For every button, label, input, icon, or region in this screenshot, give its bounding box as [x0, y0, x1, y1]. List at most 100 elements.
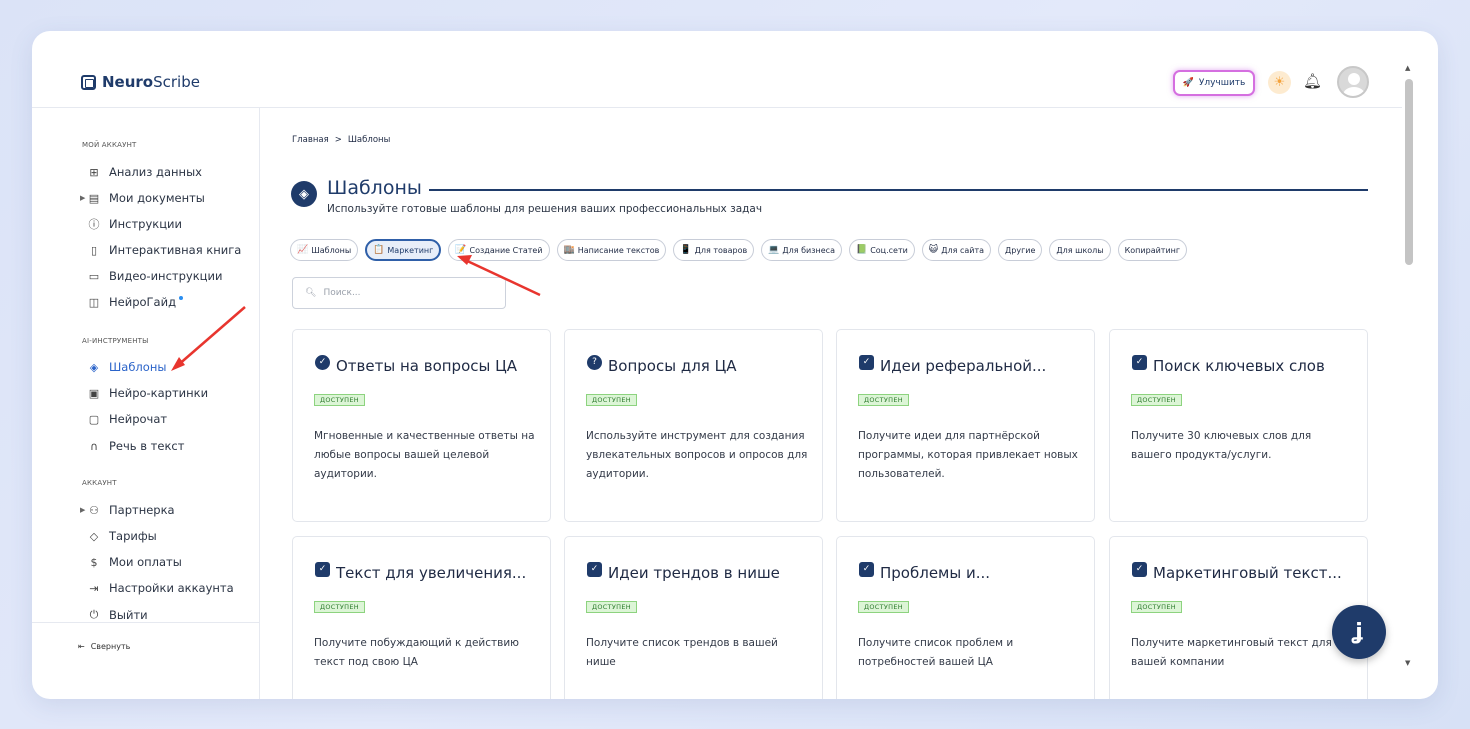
tab-label: Шаблоны	[311, 245, 352, 255]
title-divider	[429, 189, 1368, 191]
sidebar-item-partner[interactable]: ▶ ⚇ Партнерка	[80, 502, 175, 518]
scrollbar[interactable]: ▲ ▼	[1402, 61, 1416, 667]
sidebar-item-data-analysis[interactable]: ⊞ Анализ данных	[88, 164, 202, 180]
card-description: Получите 30 ключевых слов для вашего про…	[1131, 430, 1312, 461]
avatar[interactable]	[1337, 66, 1369, 98]
tab-label: Соц.сети	[870, 245, 908, 255]
sidebar-item-video-instructions[interactable]: ▭ Видео-инструкции	[88, 268, 223, 284]
template-card[interactable]: ? Вопросы для ЦА ДОСТУПЕН Используйте инс…	[564, 329, 823, 522]
theme-toggle-sun-icon[interactable]: ☀	[1268, 71, 1291, 94]
tab-label: Копирайтинг	[1124, 245, 1181, 255]
status-badge: ДОСТУПЕН	[586, 394, 637, 406]
caret-right-icon: ▶	[80, 194, 86, 202]
card-description: Получите список трендов в вашей нише	[586, 637, 778, 668]
card-header: ✓ Маркетинговый текст...	[1132, 561, 1362, 582]
tab-school[interactable]: Для школы	[1049, 239, 1111, 261]
sidebar-item-speech-to-text[interactable]: ∩ Речь в текст	[88, 438, 184, 454]
tag-icon: ◇	[89, 529, 99, 543]
template-card[interactable]: ✓ Текст для увеличения... ДОСТУПЕН Получи…	[292, 536, 551, 699]
top-bar: Neuro Scribe 🚀 Улучшить ☀ 🔔︎	[32, 31, 1402, 108]
phone-icon: 📱	[680, 245, 692, 255]
sidebar-item-payments[interactable]: $ Мои оплаты	[88, 554, 182, 570]
grid-icon: ⊞	[89, 165, 99, 179]
page-subtitle: Используйте готовые шаблоны для решения …	[327, 203, 763, 215]
headphones-icon: ∩	[89, 439, 99, 453]
sidebar-item-label: Мои оплаты	[109, 555, 182, 569]
tab-business[interactable]: 💻 Для бизнеса	[761, 239, 842, 261]
status-badge: ДОСТУПЕН	[314, 394, 365, 406]
tab-label: Создание Статей	[469, 245, 543, 255]
sidebar-item-neuro-images[interactable]: ▣ Нейро-картинки	[88, 385, 208, 401]
upgrade-button[interactable]: 🚀 Улучшить	[1173, 70, 1255, 96]
card-description: Получите побуждающий к действию текст по…	[314, 637, 519, 668]
card-header: ? Вопросы для ЦА	[587, 354, 817, 375]
sidebar-item-label: Партнерка	[109, 503, 175, 517]
scroll-down-icon[interactable]: ▼	[1405, 659, 1410, 667]
tab-writing[interactable]: 🏬 Написание текстов	[556, 239, 667, 261]
tab-label: Другие	[1005, 245, 1036, 255]
search-input[interactable]	[323, 288, 494, 298]
sidebar-item-tariffs[interactable]: ◇ Тарифы	[88, 528, 157, 544]
card-header: ✓ Проблемы и...	[859, 561, 1089, 582]
template-card[interactable]: ✓ Ответы на вопросы ЦА ДОСТУПЕН Мгновенны…	[292, 329, 551, 522]
template-card[interactable]: ✓ Проблемы и... ДОСТУПЕН Получите список …	[836, 536, 1095, 699]
tab-templates[interactable]: 📈 Шаблоны	[290, 239, 359, 261]
sidebar-item-label: Шаблоны	[109, 360, 167, 374]
tab-copywriting[interactable]: Копирайтинг	[1117, 239, 1188, 261]
search-field[interactable]: 🔍︎	[292, 277, 506, 309]
sidebar-item-neuroguide[interactable]: ◫ НейроГайд	[88, 294, 184, 310]
collapse-button[interactable]: ⇤ Свернуть	[78, 642, 130, 651]
section-title-my-account: МОЙ АККАУНТ	[82, 141, 137, 149]
section-title-account: АККАУНТ	[82, 479, 117, 487]
tab-label: Маркетинг	[387, 245, 434, 255]
search-icon: 🔍︎	[305, 288, 317, 298]
card-title: Проблемы и...	[880, 564, 991, 582]
sidebar-item-instructions[interactable]: ⓘ Инструкции	[88, 216, 182, 232]
tab-label: Для школы	[1056, 245, 1104, 255]
card-title: Идеи реферальной...	[880, 357, 1047, 375]
logo-bold: Neuro	[102, 73, 154, 91]
sidebar-item-logout[interactable]: ⏻ Выйти	[88, 607, 148, 623]
breadcrumb-home[interactable]: Главная	[292, 135, 329, 145]
chat-fab-button[interactable]: ʝ	[1332, 605, 1386, 659]
breadcrumb-separator: >	[334, 135, 342, 145]
section-title-ai-tools: AI-ИНСТРУМЕНТЫ	[82, 337, 149, 345]
scrollbar-thumb[interactable]	[1405, 79, 1413, 265]
tab-articles[interactable]: 📝 Создание Статей	[448, 239, 550, 261]
chart-icon: 📈	[297, 245, 309, 255]
status-badge: ДОСТУПЕН	[586, 601, 637, 613]
sidebar-item-interactive-book[interactable]: ▯ Интерактивная книга	[88, 242, 241, 258]
scroll-up-icon[interactable]: ▲	[1405, 64, 1410, 72]
tab-other[interactable]: Другие	[998, 239, 1043, 261]
sidebar-item-my-documents[interactable]: ▶ ▤ Мои документы	[80, 190, 205, 206]
dollar-icon: $	[90, 555, 98, 569]
sidebar-item-label: Выйти	[109, 608, 148, 622]
page-title: Шаблоны	[327, 177, 422, 199]
layers-icon: ◈	[291, 181, 317, 207]
rocket-icon: 🚀	[1182, 78, 1194, 88]
question-icon: ?	[587, 354, 602, 370]
tab-products[interactable]: 📱 Для товаров	[673, 239, 755, 261]
sidebar-item-label: Инструкции	[109, 217, 182, 231]
template-card[interactable]: ✓ Идеи реферальной... ДОСТУПЕН Получите и…	[836, 329, 1095, 522]
sidebar-item-account-settings[interactable]: ⇥ Настройки аккаунта	[88, 580, 233, 596]
bell-icon[interactable]: 🔔︎	[1303, 72, 1322, 90]
logo[interactable]: Neuro Scribe	[81, 73, 200, 91]
upgrade-label: Улучшить	[1198, 78, 1246, 88]
checkbox-icon: ✓	[859, 561, 874, 577]
template-card[interactable]: ✓ Маркетинговый текст... ДОСТУПЕН Получит…	[1109, 536, 1368, 699]
sidebar-item-label: Мои документы	[109, 191, 205, 205]
store-icon: 🏬	[563, 245, 575, 255]
card-title: Маркетинговый текст...	[1153, 564, 1342, 582]
status-badge: ДОСТУПЕН	[1131, 601, 1182, 613]
template-card[interactable]: ✓ Поиск ключевых слов ДОСТУПЕН Получите 3…	[1109, 329, 1368, 522]
tab-website[interactable]: 😺 Для сайта	[921, 239, 992, 261]
tab-social[interactable]: 📗 Соц.сети	[848, 239, 915, 261]
tab-marketing[interactable]: 📋 Маркетинг	[365, 239, 442, 261]
card-header: ✓ Поиск ключевых слов	[1132, 354, 1362, 375]
template-card[interactable]: ✓ Идеи трендов в нише ДОСТУПЕН Получите с…	[564, 536, 823, 699]
power-icon: ⏻	[89, 608, 99, 621]
sidebar-item-templates[interactable]: ◈ Шаблоны	[88, 359, 167, 375]
checkbox-icon: ✓	[315, 561, 330, 577]
sidebar-item-neurochat[interactable]: ▢ Нейрочат	[88, 411, 167, 427]
